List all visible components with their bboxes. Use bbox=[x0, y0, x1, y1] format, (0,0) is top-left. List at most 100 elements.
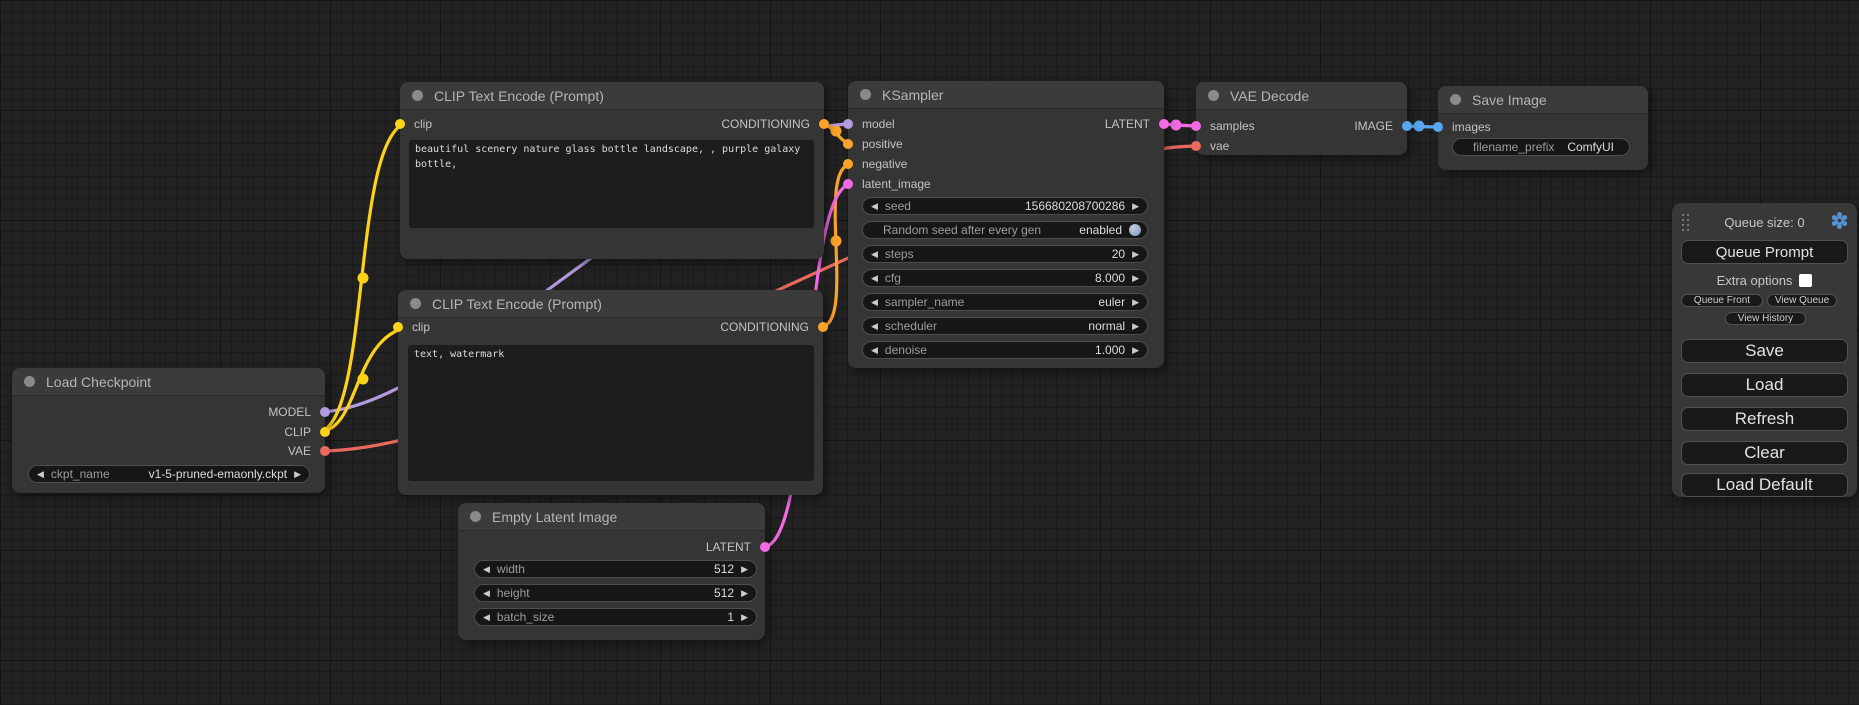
port-dot-image[interactable] bbox=[1402, 121, 1412, 131]
decrement-arrow-icon[interactable]: ◀ bbox=[483, 584, 490, 602]
node-collapse-dot[interactable] bbox=[1450, 94, 1461, 105]
widget-value: 1 bbox=[727, 610, 734, 624]
scheduler-widget[interactable]: ◀ scheduler normal ▶ bbox=[862, 317, 1148, 335]
port-dot-vae[interactable] bbox=[320, 446, 330, 456]
increment-arrow-icon[interactable]: ▶ bbox=[1132, 245, 1139, 263]
random-seed-widget[interactable]: Random seed after every gen enabled bbox=[862, 221, 1148, 239]
port-dot-model[interactable] bbox=[843, 119, 853, 129]
port-dot-conditioning[interactable] bbox=[819, 119, 829, 129]
wire-midpoint-dot[interactable] bbox=[831, 126, 842, 137]
increment-arrow-icon[interactable]: ▶ bbox=[1132, 269, 1139, 287]
output-port-conditioning: CONDITIONING bbox=[721, 114, 824, 134]
node-collapse-dot[interactable] bbox=[470, 511, 481, 522]
settings-gear-icon[interactable] bbox=[1830, 211, 1849, 230]
port-dot-latent[interactable] bbox=[1159, 119, 1169, 129]
decrement-arrow-icon[interactable]: ◀ bbox=[37, 465, 44, 483]
port-dot-clip[interactable] bbox=[395, 119, 405, 129]
widget-value: 20 bbox=[1112, 247, 1125, 261]
port-dot-clip[interactable] bbox=[320, 427, 330, 437]
increment-arrow-icon[interactable]: ▶ bbox=[741, 560, 748, 578]
port-dot-vae[interactable] bbox=[1191, 141, 1201, 151]
port-dot-image[interactable] bbox=[1433, 122, 1443, 132]
decrement-arrow-icon[interactable]: ◀ bbox=[871, 245, 878, 263]
port-dot-model[interactable] bbox=[320, 407, 330, 417]
node-title-bar[interactable]: Load Checkpoint bbox=[12, 368, 325, 396]
input-port-latent-image: latent_image bbox=[848, 174, 931, 194]
increment-arrow-icon[interactable]: ▶ bbox=[1132, 317, 1139, 335]
widget-label: scheduler bbox=[885, 319, 937, 333]
port-label: samples bbox=[1210, 119, 1255, 133]
wire-midpoint-dot[interactable] bbox=[358, 273, 369, 284]
load-default-button[interactable]: Load Default bbox=[1681, 473, 1848, 497]
wire-midpoint-dot[interactable] bbox=[1414, 121, 1425, 132]
port-dot-latent[interactable] bbox=[1191, 121, 1201, 131]
node-collapse-dot[interactable] bbox=[24, 376, 35, 387]
node-collapse-dot[interactable] bbox=[410, 298, 421, 309]
port-dot-latent[interactable] bbox=[760, 542, 770, 552]
decrement-arrow-icon[interactable]: ◀ bbox=[871, 341, 878, 359]
increment-arrow-icon[interactable]: ▶ bbox=[1132, 293, 1139, 311]
increment-arrow-icon[interactable]: ▶ bbox=[1132, 341, 1139, 359]
queue-prompt-button[interactable]: Queue Prompt bbox=[1681, 240, 1848, 264]
view-history-button[interactable]: View History bbox=[1725, 312, 1806, 325]
port-label: CONDITIONING bbox=[720, 320, 809, 334]
wire-midpoint-dot[interactable] bbox=[358, 374, 369, 385]
view-queue-button[interactable]: View Queue bbox=[1767, 294, 1837, 307]
node-collapse-dot[interactable] bbox=[1208, 90, 1219, 101]
filename-prefix-widget[interactable]: filename_prefix ComfyUI bbox=[1452, 138, 1630, 156]
save-button[interactable]: Save bbox=[1681, 339, 1848, 363]
batch-size-widget[interactable]: ◀ batch_size 1 ▶ bbox=[474, 608, 757, 626]
increment-arrow-icon[interactable]: ▶ bbox=[741, 584, 748, 602]
height-widget[interactable]: ◀ height 512 ▶ bbox=[474, 584, 757, 602]
denoise-widget[interactable]: ◀ denoise 1.000 ▶ bbox=[862, 341, 1148, 359]
decrement-arrow-icon[interactable]: ◀ bbox=[871, 293, 878, 311]
node-title-bar[interactable]: KSampler bbox=[848, 81, 1164, 109]
prompt-textarea[interactable]: beautiful scenery nature glass bottle la… bbox=[409, 140, 814, 228]
increment-arrow-icon[interactable]: ▶ bbox=[294, 465, 301, 483]
port-dot-latent[interactable] bbox=[843, 179, 853, 189]
seed-widget[interactable]: ◀ seed 156680208700286 ▶ bbox=[862, 197, 1148, 215]
decrement-arrow-icon[interactable]: ◀ bbox=[483, 560, 490, 578]
node-graph-canvas[interactable]: Load Checkpoint MODEL CLIP VAE ◀ ckpt_na… bbox=[0, 0, 1859, 705]
port-label: LATENT bbox=[706, 540, 751, 554]
queue-front-button[interactable]: Queue Front bbox=[1681, 294, 1763, 307]
port-dot-conditioning[interactable] bbox=[843, 159, 853, 169]
node-save-image: Save Image images filename_prefix ComfyU… bbox=[1438, 86, 1648, 170]
port-label: clip bbox=[412, 320, 430, 334]
decrement-arrow-icon[interactable]: ◀ bbox=[871, 317, 878, 335]
node-title-bar[interactable]: CLIP Text Encode (Prompt) bbox=[400, 82, 824, 110]
port-dot-conditioning[interactable] bbox=[843, 139, 853, 149]
node-load-checkpoint: Load Checkpoint MODEL CLIP VAE ◀ ckpt_na… bbox=[12, 368, 325, 493]
refresh-button[interactable]: Refresh bbox=[1681, 407, 1848, 431]
wire-midpoint-dot[interactable] bbox=[831, 236, 842, 247]
port-label: images bbox=[1452, 120, 1491, 134]
node-title-bar[interactable]: VAE Decode bbox=[1196, 82, 1407, 110]
node-title-bar[interactable]: Save Image bbox=[1438, 86, 1648, 114]
node-title: CLIP Text Encode (Prompt) bbox=[434, 88, 604, 104]
increment-arrow-icon[interactable]: ▶ bbox=[741, 608, 748, 626]
toggle-enabled-dot[interactable] bbox=[1129, 224, 1141, 236]
input-port-images: images bbox=[1438, 117, 1491, 137]
node-title-bar[interactable]: CLIP Text Encode (Prompt) bbox=[398, 290, 823, 318]
node-title-bar[interactable]: Empty Latent Image bbox=[458, 503, 765, 531]
load-button[interactable]: Load bbox=[1681, 373, 1848, 397]
clear-button[interactable]: Clear bbox=[1681, 441, 1848, 465]
steps-widget[interactable]: ◀ steps 20 ▶ bbox=[862, 245, 1148, 263]
cfg-widget[interactable]: ◀ cfg 8.000 ▶ bbox=[862, 269, 1148, 287]
prompt-textarea[interactable]: text, watermark bbox=[408, 345, 814, 481]
ckpt-name-widget[interactable]: ◀ ckpt_name v1-5-pruned-emaonly.ckpt ▶ bbox=[28, 465, 310, 483]
node-collapse-dot[interactable] bbox=[860, 89, 871, 100]
decrement-arrow-icon[interactable]: ◀ bbox=[871, 197, 878, 215]
increment-arrow-icon[interactable]: ▶ bbox=[1132, 197, 1139, 215]
wire-midpoint-dot[interactable] bbox=[1171, 120, 1182, 131]
width-widget[interactable]: ◀ width 512 ▶ bbox=[474, 560, 757, 578]
decrement-arrow-icon[interactable]: ◀ bbox=[871, 269, 878, 287]
node-collapse-dot[interactable] bbox=[412, 90, 423, 101]
sampler-name-widget[interactable]: ◀ sampler_name euler ▶ bbox=[862, 293, 1148, 311]
widget-value: 156680208700286 bbox=[1025, 199, 1125, 213]
decrement-arrow-icon[interactable]: ◀ bbox=[483, 608, 490, 626]
port-dot-clip[interactable] bbox=[393, 322, 403, 332]
extra-options-checkbox[interactable] bbox=[1799, 274, 1812, 287]
widget-label: filename_prefix bbox=[1473, 140, 1554, 154]
port-dot-conditioning[interactable] bbox=[818, 322, 828, 332]
